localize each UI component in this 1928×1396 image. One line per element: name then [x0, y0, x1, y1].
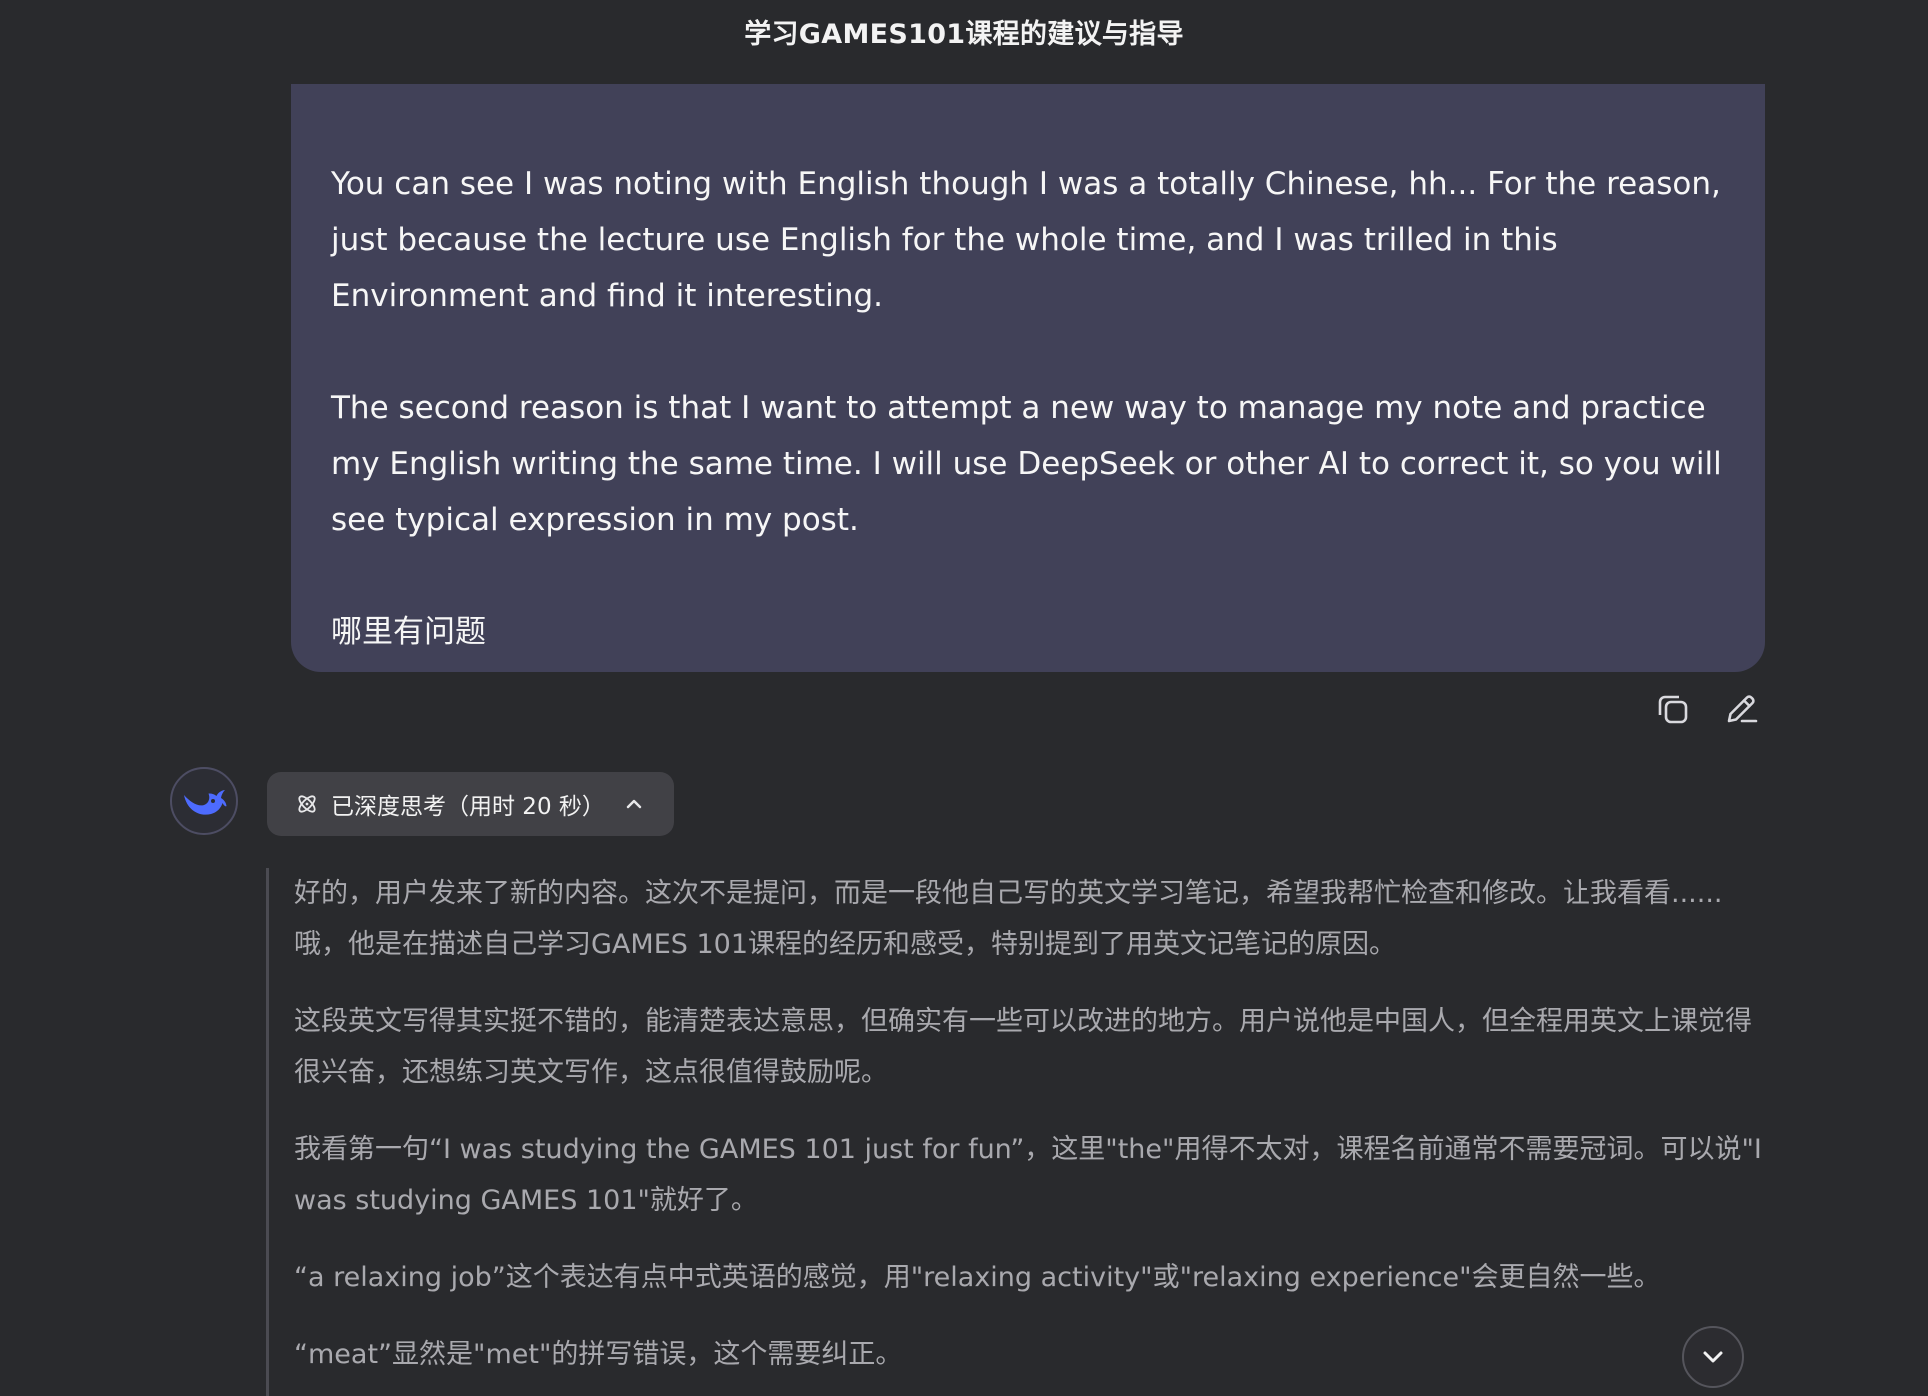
- message-actions: [1654, 690, 1760, 728]
- copy-button[interactable]: [1654, 690, 1692, 728]
- thinking-paragraph: 这段英文写得其实挺不错的，能清楚表达意思，但确实有一些可以改进的地方。用户说他是…: [294, 1006, 1752, 1088]
- edit-icon: [1727, 695, 1758, 723]
- user-message-bubble: You can see I was noting with English th…: [291, 70, 1765, 672]
- atom-icon: [298, 795, 316, 813]
- deep-thinking-label: 已深度思考（用时 20 秒）: [331, 794, 605, 820]
- copy-icon: [1658, 695, 1688, 724]
- thinking-paragraph: 好的，用户发来了新的内容。这次不是提问，而是一段他自己写的英文学习笔记，希望我帮…: [294, 878, 1723, 960]
- conversation-title: 学习GAMES101课程的建议与指导: [744, 18, 1184, 50]
- chevron-up-icon: [623, 793, 645, 815]
- user-message-paragraph: The second reason is that I want to atte…: [331, 390, 1722, 538]
- edit-button[interactable]: [1722, 690, 1760, 728]
- thinking-paragraph: “a relaxing job”这个表达有点中式英语的感觉，用"relaxing…: [294, 1262, 1661, 1293]
- chevron-down-icon: [1703, 1351, 1723, 1363]
- thinking-paragraph: “meat”显然是"met"的拼写错误，这个需要纠正。: [294, 1339, 903, 1370]
- thinking-content: 好的，用户发来了新的内容。这次不是提问，而是一段他自己写的英文学习笔记，希望我帮…: [266, 868, 1766, 1396]
- whale-logo-icon: [184, 790, 227, 815]
- scroll-to-bottom-button[interactable]: [1682, 1326, 1744, 1388]
- title-bar: 学习GAMES101课程的建议与指导: [0, 0, 1928, 84]
- user-message-paragraph: 哪里有问题: [331, 614, 486, 650]
- chat-window: 学习GAMES101课程的建议与指导 You can see I was not…: [0, 0, 1928, 1396]
- thinking-paragraph: 我看第一句“I was studying the GAMES 101 just …: [294, 1134, 1762, 1216]
- user-message-paragraph: You can see I was noting with English th…: [331, 166, 1721, 314]
- deep-thinking-toggle[interactable]: 已深度思考（用时 20 秒）: [267, 772, 674, 836]
- assistant-avatar: [170, 767, 238, 835]
